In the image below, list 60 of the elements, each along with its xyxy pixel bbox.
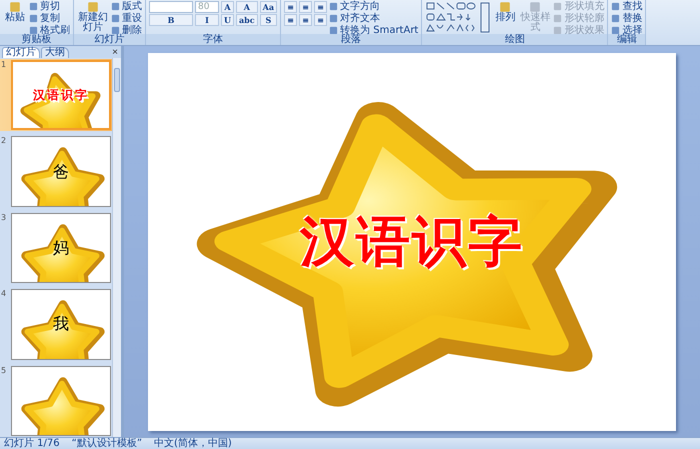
ribbon-button[interactable]: 复制 xyxy=(29,13,70,24)
format-button[interactable]: ≡ xyxy=(284,14,298,26)
ribbon-button[interactable]: 粘贴 xyxy=(3,1,27,23)
ribbon-button[interactable]: 替换 xyxy=(611,13,642,24)
ribbon-button[interactable]: 查找 xyxy=(611,1,642,12)
format-button[interactable]: Aa xyxy=(260,1,278,13)
format-button[interactable]: ≡ xyxy=(299,14,312,26)
close-button[interactable]: × xyxy=(109,48,121,58)
slide-thumbnail-row[interactable]: 2 爸 xyxy=(0,135,112,208)
pane-tab[interactable]: 幻灯片 xyxy=(2,47,40,58)
format-button[interactable]: I xyxy=(195,14,219,26)
status-text: 幻灯片 1/76 xyxy=(4,438,60,449)
ribbon-button[interactable]: 排列 xyxy=(493,1,518,23)
slide-thumbnail-row[interactable]: 5 xyxy=(0,364,112,437)
shapes-gallery-drawing[interactable] xyxy=(425,1,492,34)
slide-thumbnail-row[interactable]: 4 我 xyxy=(0,288,112,361)
slide-title: 汉语识字 xyxy=(300,214,524,268)
format-button[interactable]: A xyxy=(221,1,234,13)
format-button[interactable]: A xyxy=(236,1,258,13)
status-text: “默认设计模板” xyxy=(72,438,142,449)
tool-icon xyxy=(499,1,512,13)
slide-number: 4 xyxy=(1,289,8,298)
format-button[interactable]: ≡ xyxy=(299,1,312,13)
ribbon-button[interactable]: 重设 xyxy=(111,13,142,24)
status-text: 中文(简体，中国) xyxy=(154,438,232,449)
slide-number: 2 xyxy=(1,136,8,146)
slide-thumbnail[interactable]: 爸 xyxy=(11,136,111,207)
group-label: 剪贴板 xyxy=(0,34,73,45)
group-label: 字体 xyxy=(146,34,280,45)
ribbon-button[interactable]: 版式 xyxy=(111,1,142,12)
pane-tab[interactable]: 大纲 xyxy=(41,47,69,58)
ribbon-button[interactable]: 文字方向 xyxy=(329,1,418,12)
format-button[interactable]: abc xyxy=(236,14,258,26)
slide-character: 爸 xyxy=(53,164,69,180)
slide-thumbnail[interactable]: 妈 xyxy=(11,212,111,284)
format-button[interactable]: ≡ xyxy=(284,1,298,13)
format-button[interactable]: B xyxy=(149,14,193,26)
slide-character: 妈 xyxy=(53,240,69,256)
slide-number: 1 xyxy=(1,60,8,69)
scrollbar[interactable] xyxy=(112,58,121,437)
group-label: 编辑 xyxy=(608,34,646,45)
tool-icon xyxy=(529,1,542,13)
ribbon-button[interactable]: 剪切 xyxy=(29,1,70,12)
slide-number: 5 xyxy=(1,366,8,375)
group-label: 绘图 xyxy=(422,34,608,45)
font-name-field[interactable] xyxy=(149,1,193,13)
slide-character: 我 xyxy=(53,316,69,332)
group-label: 幻灯片 xyxy=(74,34,145,45)
tool-icon xyxy=(87,1,99,13)
tool-icon xyxy=(9,1,21,13)
format-button[interactable]: ≡ xyxy=(314,1,328,13)
ribbon-button[interactable]: 对齐文本 xyxy=(329,13,418,24)
format-button[interactable]: U xyxy=(221,14,234,26)
format-button[interactable]: S xyxy=(260,14,278,26)
slide-number: 3 xyxy=(1,212,8,222)
group-label: 段落 xyxy=(281,34,422,45)
slide-thumbnail-row[interactable]: 3 妈 xyxy=(0,212,112,284)
ribbon-button[interactable]: 新建幻灯片 xyxy=(77,1,109,33)
slide-thumbnail[interactable]: 我 xyxy=(11,289,111,360)
format-button[interactable]: ≡ xyxy=(314,14,328,26)
